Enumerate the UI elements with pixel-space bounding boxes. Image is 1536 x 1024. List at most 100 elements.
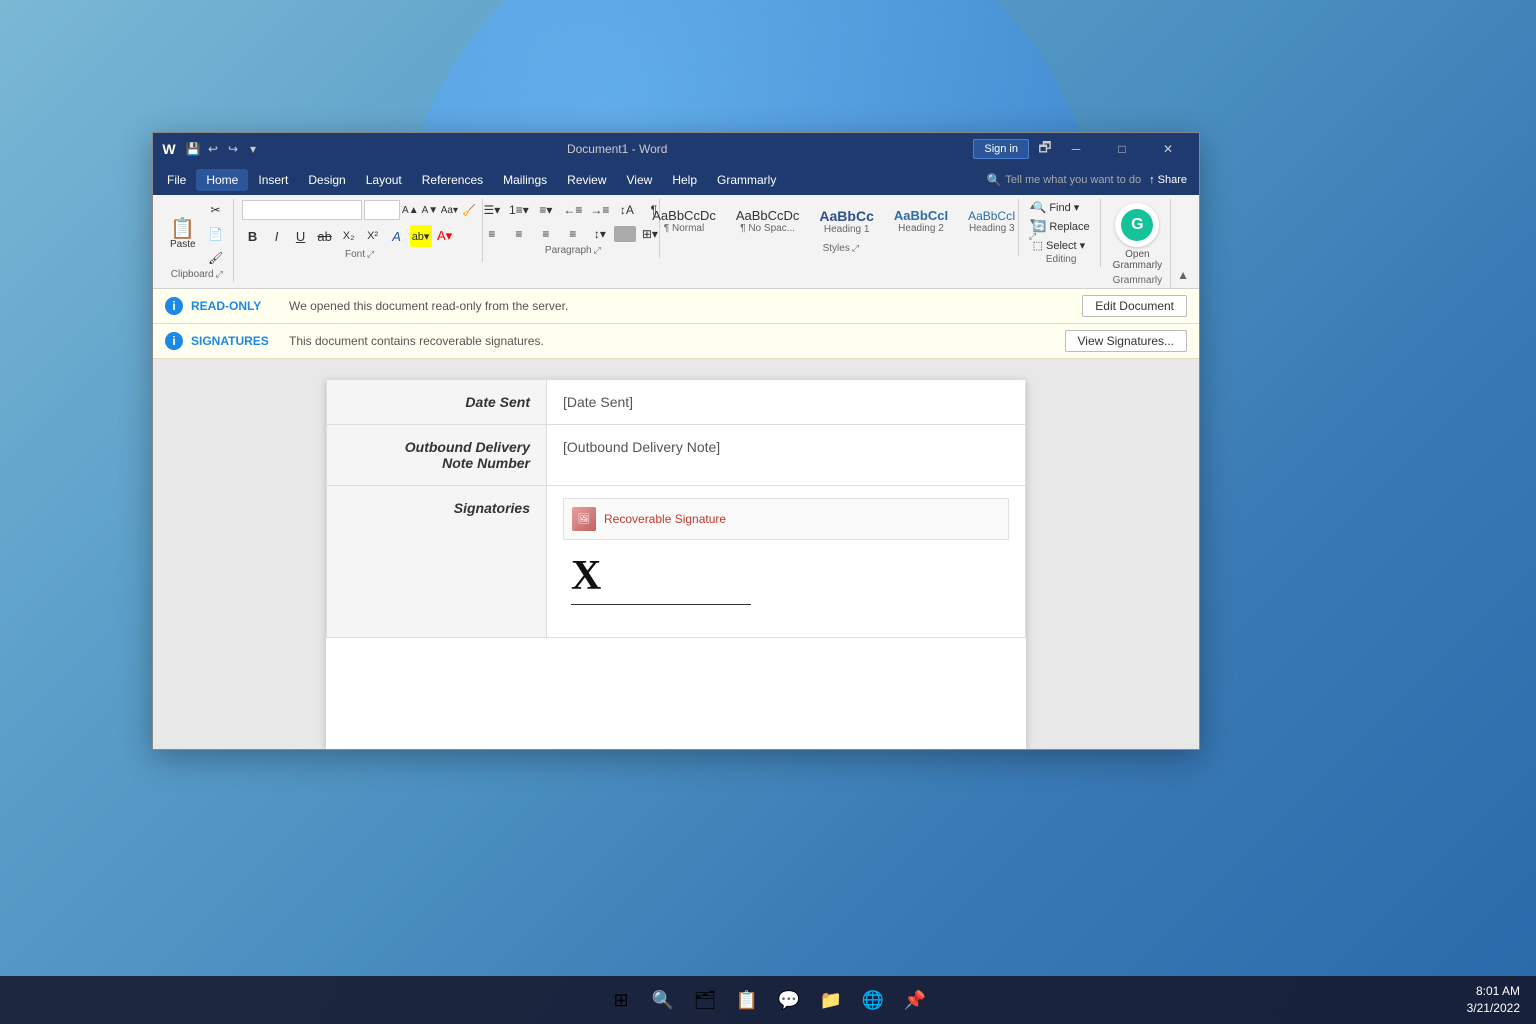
grammarly-button[interactable]: G xyxy=(1115,203,1159,247)
shading-button[interactable] xyxy=(614,226,636,242)
paste-button[interactable]: 📋 Paste xyxy=(165,216,201,253)
menu-view[interactable]: View xyxy=(617,169,663,191)
bullets-button[interactable]: ☰▾ xyxy=(479,199,505,221)
sign-in-button[interactable]: Sign in xyxy=(973,139,1029,159)
readonly-text: We opened this document read-only from t… xyxy=(289,299,1074,313)
style-heading1[interactable]: AaBbCc Heading 1 xyxy=(810,204,882,239)
redo-icon[interactable]: ↪ xyxy=(225,141,241,157)
subscript-button[interactable]: X₂ xyxy=(338,225,360,247)
taskbar: ⊞ 🔍 🗂 📋 💬 📁 🌐 📌 8:01 AM 3/21/2022 xyxy=(0,976,1536,1024)
cut-button[interactable]: ✂ xyxy=(203,199,229,221)
clock-date: 3/21/2022 xyxy=(1467,1000,1520,1017)
underline-button[interactable]: U xyxy=(290,225,312,247)
save-icon[interactable]: 💾 xyxy=(185,141,201,157)
menu-grammarly[interactable]: Grammarly xyxy=(707,169,786,191)
style-normal[interactable]: AaBbCcDc ¶ Normal xyxy=(643,204,725,238)
select-button[interactable]: ⬚ Select ▾ xyxy=(1027,237,1096,254)
recoverable-signature-text: Recoverable Signature xyxy=(604,512,726,526)
search-button[interactable]: 🔍 xyxy=(645,982,681,1018)
superscript-button[interactable]: X² xyxy=(362,225,384,247)
align-left-button[interactable]: ≡ xyxy=(479,223,505,245)
format-painter-button[interactable]: 🖌 xyxy=(203,247,229,269)
clipboard-label: Clipboard ⤢ xyxy=(171,269,223,282)
clear-format-button[interactable]: 🧹 xyxy=(460,199,478,221)
minimize-button[interactable]: ─ xyxy=(1053,133,1099,165)
readonly-label: READ-ONLY xyxy=(191,299,281,313)
menu-review[interactable]: Review xyxy=(557,169,616,191)
edit-document-button[interactable]: Edit Document xyxy=(1082,295,1187,317)
text-effect-button[interactable]: A xyxy=(386,225,408,247)
menu-insert[interactable]: Insert xyxy=(248,169,298,191)
change-case-button[interactable]: Aa▾ xyxy=(441,199,459,221)
increase-indent-button[interactable]: →≡ xyxy=(587,199,613,221)
justify-button[interactable]: ≡ xyxy=(560,223,586,245)
align-right-button[interactable]: ≡ xyxy=(533,223,559,245)
menu-layout[interactable]: Layout xyxy=(356,169,412,191)
folder-button[interactable]: 📁 xyxy=(813,982,849,1018)
close-button[interactable]: ✕ xyxy=(1145,133,1191,165)
clipboard-expand-icon[interactable]: ⤢ xyxy=(216,269,223,280)
multilevel-button[interactable]: ≡▾ xyxy=(533,199,559,221)
maximize-button[interactable]: □ xyxy=(1099,133,1145,165)
editing-group: 🔍 Find ▾ 🔄 Replace ⬚ Select ▾ Editing xyxy=(1023,199,1101,267)
file-explorer-button[interactable]: 🗂 xyxy=(687,982,723,1018)
edge-button[interactable]: 🌐 xyxy=(855,982,891,1018)
find-button[interactable]: 🔍 Find ▾ xyxy=(1027,199,1096,216)
date-sent-value[interactable]: [Date Sent] xyxy=(547,380,1026,425)
delivery-label-text: Outbound DeliveryNote Number xyxy=(405,439,530,471)
taskbar-icons: ⊞ 🔍 🗂 📋 💬 📁 🌐 📌 xyxy=(603,982,933,1018)
style-heading2[interactable]: AaBbCcI Heading 2 xyxy=(885,204,957,238)
menu-home[interactable]: Home xyxy=(196,169,248,191)
font-grow-button[interactable]: A▲ xyxy=(402,199,420,221)
font-expand-icon[interactable]: ⤢ xyxy=(367,249,374,260)
style-no-space[interactable]: AaBbCcDc ¶ No Spac... xyxy=(727,204,809,238)
sort-button[interactable]: ↕A xyxy=(614,199,640,221)
line-spacing-button[interactable]: ↕▾ xyxy=(587,223,613,245)
styles-list: AaBbCcDc ¶ Normal AaBbCcDc ¶ No Spac... … xyxy=(643,204,1024,239)
store-button[interactable]: 📌 xyxy=(897,982,933,1018)
font-color-button[interactable]: A▾ xyxy=(434,225,456,247)
start-button[interactable]: ⊞ xyxy=(603,982,639,1018)
more-icon[interactable]: ▾ xyxy=(245,141,261,157)
menu-references[interactable]: References xyxy=(412,169,493,191)
find-label: Find ▾ xyxy=(1049,201,1079,214)
copy-button[interactable]: 📄 xyxy=(203,223,229,245)
restore-icon[interactable]: 🗗 xyxy=(1037,141,1053,157)
paste-icon: 📋 xyxy=(170,219,195,239)
menu-design[interactable]: Design xyxy=(298,169,355,191)
decrease-indent-button[interactable]: ←≡ xyxy=(560,199,586,221)
menu-help[interactable]: Help xyxy=(662,169,707,191)
delivery-note-value[interactable]: [Outbound Delivery Note] xyxy=(547,425,1026,486)
text-highlight-button[interactable]: ab▾ xyxy=(410,225,432,247)
signatories-label-text: Signatories xyxy=(454,500,530,516)
view-signatures-button[interactable]: View Signatures... xyxy=(1065,330,1188,352)
clipboard-buttons: 📋 Paste ✂ 📄 🖌 xyxy=(165,199,229,269)
share-icon: ↑ xyxy=(1149,174,1155,186)
mail-button[interactable]: 📋 xyxy=(729,982,765,1018)
strikethrough-button[interactable]: ab xyxy=(314,225,336,247)
font-name-input[interactable] xyxy=(242,200,362,220)
paragraph-group: ☰▾ 1≡▾ ≡▾ ←≡ →≡ ↕A ¶ ≡ ≡ ≡ ≡ ↕▾ ⊞▾ xyxy=(487,199,660,258)
style-heading3[interactable]: AaBbCcI Heading 3 xyxy=(959,205,1024,238)
paragraph-expand-icon[interactable]: ⤢ xyxy=(594,245,601,256)
signatures-text: This document contains recoverable signa… xyxy=(289,334,1057,348)
styles-expand-icon[interactable]: ⤢ xyxy=(852,243,859,254)
paragraph-list-row: ☰▾ 1≡▾ ≡▾ ←≡ →≡ ↕A ¶ xyxy=(479,199,667,221)
replace-icon: 🔄 xyxy=(1033,220,1047,233)
replace-button[interactable]: 🔄 Replace xyxy=(1027,218,1096,235)
ribbon-collapse-button[interactable]: ▲ xyxy=(1175,266,1191,284)
align-center-button[interactable]: ≡ xyxy=(506,223,532,245)
signature-line xyxy=(571,604,751,605)
undo-icon[interactable]: ↩ xyxy=(205,141,221,157)
editing-label: Editing xyxy=(1046,254,1077,267)
numbering-button[interactable]: 1≡▾ xyxy=(506,199,532,221)
bold-button[interactable]: B xyxy=(242,225,264,247)
share-button[interactable]: ↑ Share xyxy=(1149,174,1187,186)
menu-mailings[interactable]: Mailings xyxy=(493,169,557,191)
teams-button[interactable]: 💬 xyxy=(771,982,807,1018)
menu-file[interactable]: File xyxy=(157,169,196,191)
font-shrink-button[interactable]: A▼ xyxy=(421,199,439,221)
font-size-input[interactable] xyxy=(364,200,400,220)
italic-button[interactable]: I xyxy=(266,225,288,247)
font-selector-row: A▲ A▼ Aa▾ 🧹 xyxy=(242,199,478,221)
